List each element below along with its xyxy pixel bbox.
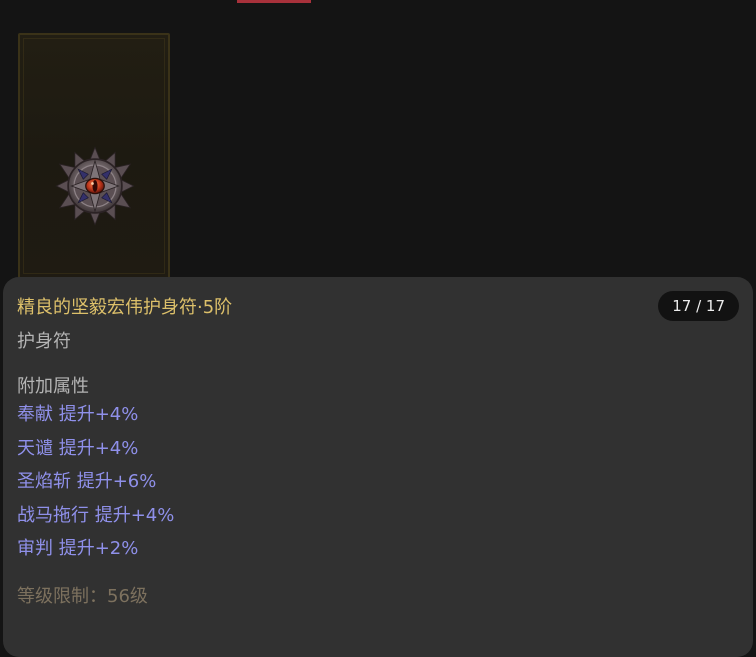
affix-list: 奉献 提升+4% 天谴 提升+4% 圣焰斩 提升+6% 战马拖行 提升+4% 审…: [17, 402, 174, 570]
affix-line: 战马拖行 提升+4%: [17, 504, 175, 526]
active-tab-indicator: [237, 0, 311, 3]
affix-line: 圣焰斩 提升+6%: [17, 471, 157, 492]
item-slot[interactable]: [18, 33, 170, 279]
item-type: 护身符: [17, 331, 71, 352]
level-requirement: 等级限制：56级: [17, 586, 148, 607]
item-title: 精良的坚毅宏伟护身符·5阶: [17, 297, 233, 318]
affix-line: 审判 提升+2%: [17, 538, 139, 559]
affix-line: 天谴 提升+4%: [17, 437, 139, 459]
affix-line: 奉献 提升+4%: [17, 404, 139, 425]
affix-section-heading: 附加属性: [17, 376, 89, 397]
item-tooltip: 精良的坚毅宏伟护身符·5阶 17 / 17 护身符 附加属性 奉献 提升+4% …: [3, 277, 753, 657]
amulet-icon: [55, 146, 135, 226]
item-counter-badge: 17 / 17: [658, 291, 739, 321]
